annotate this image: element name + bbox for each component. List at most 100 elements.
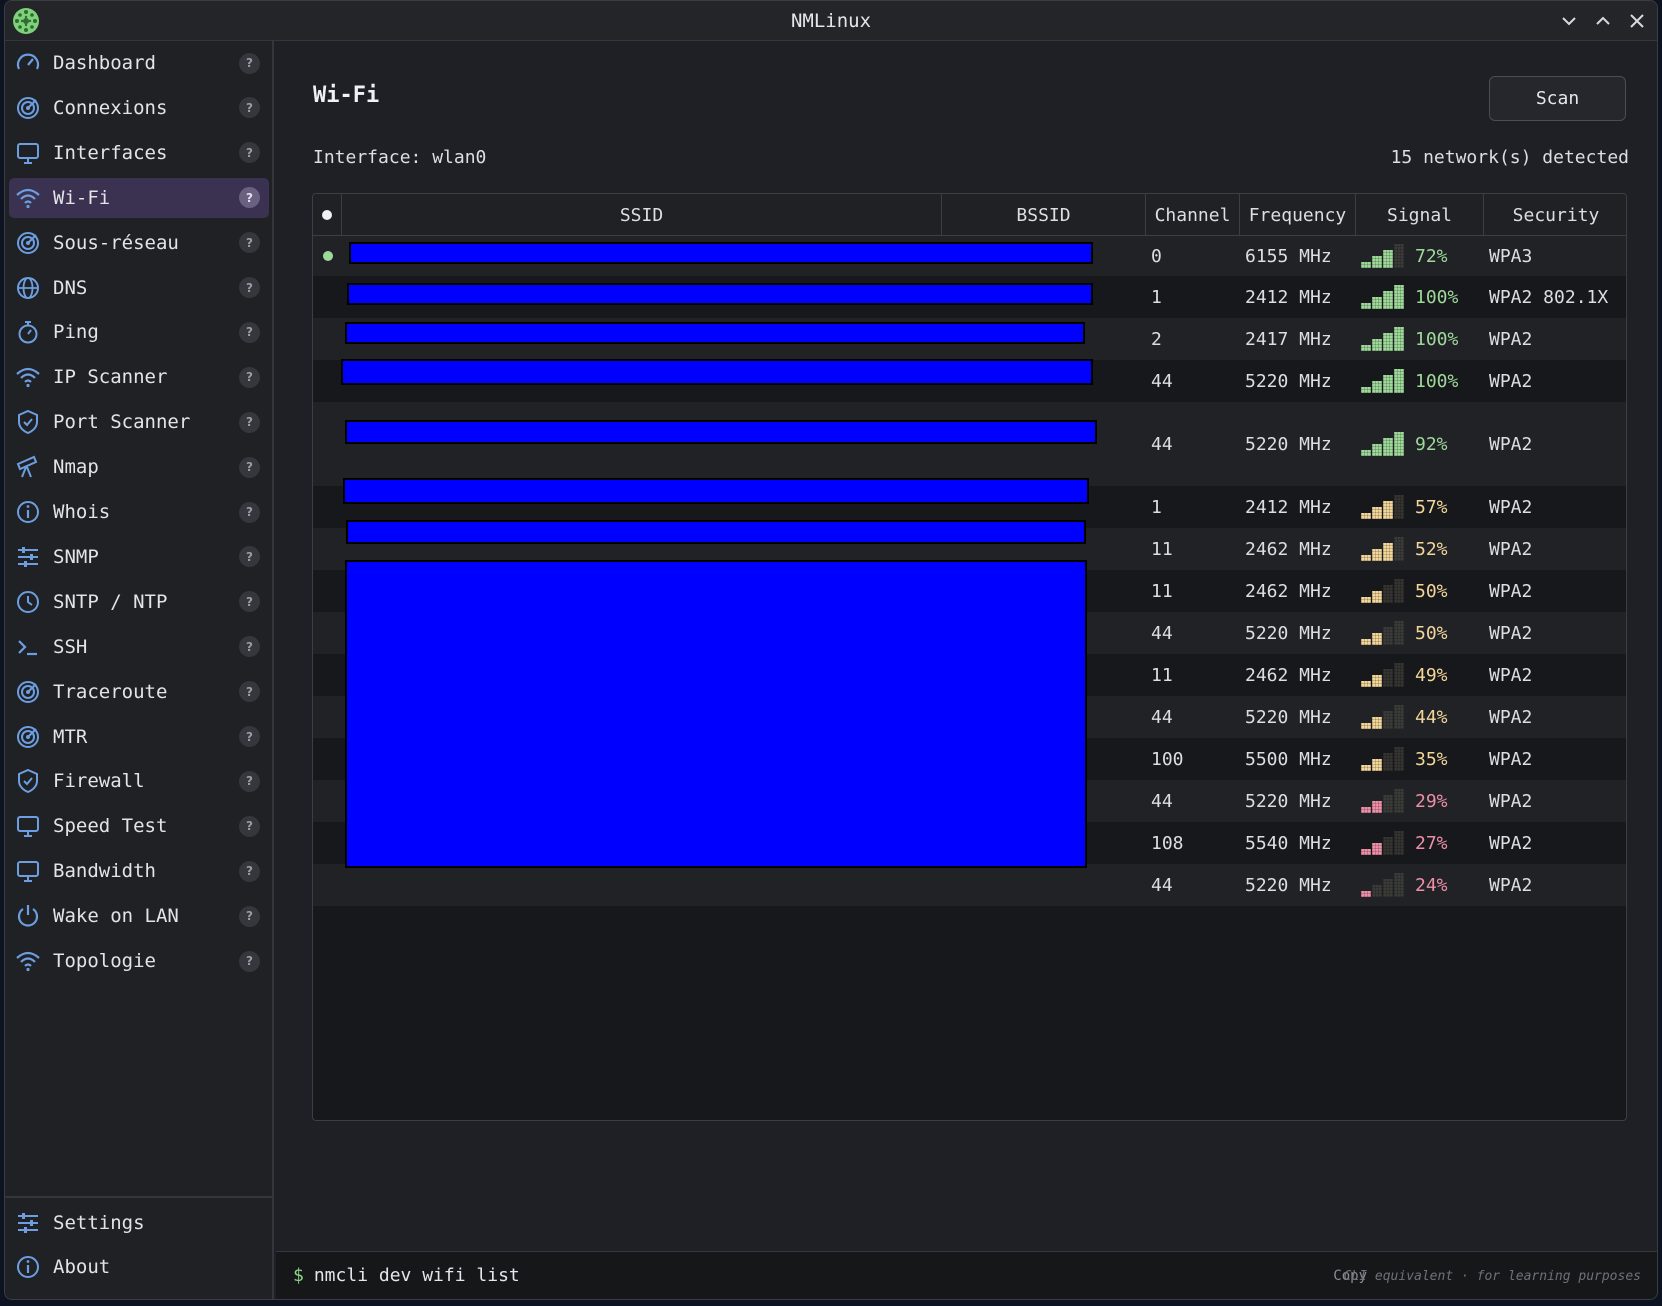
clock-icon: [17, 590, 39, 613]
sidebar-item-label: Settings: [53, 1212, 145, 1234]
table-row[interactable]: 44 5220 MHz 24% WPA2: [313, 864, 1626, 906]
maximize-button[interactable]: [1589, 7, 1617, 35]
signal-bar: [1383, 711, 1393, 729]
sidebar-item-wake-on-lan[interactable]: Wake on LAN ?: [9, 896, 269, 936]
sidebar-item-sntp-ntp[interactable]: SNTP / NTP ?: [9, 582, 269, 622]
sidebar-item-whois[interactable]: Whois ?: [9, 492, 269, 532]
sidebar-item-snmp[interactable]: SNMP ?: [9, 537, 269, 577]
help-badge[interactable]: ?: [239, 501, 260, 523]
status-dot-icon: [322, 210, 332, 220]
sidebar-item-wi-fi[interactable]: Wi-Fi ?: [9, 177, 269, 218]
minimize-button[interactable]: [1555, 7, 1583, 35]
channel-cell: 11: [1151, 538, 1173, 560]
security-column-header[interactable]: Security: [1483, 194, 1626, 236]
sidebar-item-topologie[interactable]: Topologie ?: [9, 941, 269, 981]
signal-bar: [1372, 759, 1382, 771]
help-badge[interactable]: ?: [239, 546, 260, 568]
signal-bar: [1361, 723, 1371, 729]
sidebar-item-ping[interactable]: Ping ?: [9, 312, 269, 352]
help-badge[interactable]: ?: [239, 411, 260, 433]
help-badge[interactable]: ?: [239, 681, 260, 703]
help-badge[interactable]: ?: [239, 366, 260, 388]
frequency-column-header[interactable]: Frequency: [1239, 194, 1355, 236]
help-badge[interactable]: ?: [239, 815, 260, 837]
help-badge[interactable]: ?: [239, 321, 260, 343]
sidebar-item-sous-r-seau[interactable]: Sous-réseau ?: [9, 223, 269, 263]
sidebar-item-interfaces[interactable]: Interfaces ?: [9, 133, 269, 173]
frequency-cell: 2412 MHz: [1245, 496, 1332, 518]
sidebar-item-about[interactable]: About: [9, 1247, 269, 1287]
sidebar-item-traceroute[interactable]: Traceroute ?: [9, 672, 269, 712]
help-badge[interactable]: ?: [239, 187, 260, 209]
signal-percent: 57%: [1415, 496, 1448, 518]
signal-bar: [1361, 807, 1371, 813]
signal-bar: [1372, 675, 1382, 687]
channel-column-header[interactable]: Channel: [1145, 194, 1239, 236]
help-badge[interactable]: ?: [239, 905, 260, 927]
shield-icon: [18, 410, 38, 435]
security-cell: WPA2: [1489, 874, 1533, 896]
help-badge[interactable]: ?: [239, 770, 260, 792]
sidebar-item-bandwidth[interactable]: Bandwidth ?: [9, 851, 269, 891]
signal-percent: 100%: [1415, 370, 1459, 392]
help-badge[interactable]: ?: [239, 636, 260, 658]
info-icon: [17, 501, 39, 523]
sidebar-item-ssh[interactable]: SSH ?: [9, 627, 269, 667]
sidebar-item-settings[interactable]: Settings: [9, 1203, 269, 1243]
frequency-cell: 5220 MHz: [1245, 370, 1332, 392]
help-badge[interactable]: ?: [239, 52, 260, 74]
scan-button[interactable]: Scan: [1489, 76, 1626, 121]
help-badge[interactable]: ?: [239, 456, 260, 478]
frequency-cell: 5220 MHz: [1245, 706, 1332, 728]
close-button[interactable]: [1623, 7, 1651, 35]
security-cell: WPA2: [1489, 664, 1533, 686]
sliders-icon: [18, 546, 38, 567]
status-column-header[interactable]: [313, 194, 341, 236]
signal-bar: [1372, 256, 1382, 268]
signal-bar: [1383, 879, 1393, 897]
channel-cell: 44: [1151, 790, 1173, 812]
chevron-down-icon: [1562, 17, 1576, 26]
radar-icon: [17, 725, 39, 748]
bssid-column-header[interactable]: BSSID: [941, 194, 1145, 236]
table-row[interactable]: 44 5220 MHz 92% WPA2: [313, 402, 1626, 486]
signal-percent: 92%: [1415, 433, 1448, 455]
help-badge[interactable]: ?: [239, 97, 260, 119]
frequency-cell: 5500 MHz: [1245, 748, 1332, 770]
chevron-up-icon: [1596, 16, 1610, 25]
help-badge[interactable]: ?: [239, 860, 260, 882]
signal-bars: [1361, 276, 1411, 318]
sidebar-item-connexions[interactable]: Connexions ?: [9, 88, 269, 128]
signal-column-header[interactable]: Signal: [1355, 194, 1483, 236]
help-badge[interactable]: ?: [239, 726, 260, 747]
signal-bar: [1394, 369, 1404, 393]
sidebar-item-mtr[interactable]: MTR ?: [9, 717, 269, 757]
sidebar-item-dashboard[interactable]: Dashboard ?: [9, 43, 269, 83]
redacted-block: [346, 520, 1086, 544]
sidebar-item-nmap[interactable]: Nmap ?: [9, 447, 269, 487]
security-cell: WPA2: [1489, 538, 1533, 560]
signal-bar: [1372, 801, 1382, 813]
security-cell: WPA2: [1489, 790, 1533, 812]
sidebar-item-dns[interactable]: DNS ?: [9, 268, 269, 308]
help-badge[interactable]: ?: [239, 232, 260, 254]
sidebar-item-port-scanner[interactable]: Port Scanner ?: [9, 402, 269, 442]
signal-bars: [1361, 402, 1411, 486]
sidebar-item-speed-test[interactable]: Speed Test ?: [9, 806, 269, 846]
close-icon: [1630, 14, 1644, 28]
security-cell: WPA3: [1489, 245, 1533, 267]
help-badge[interactable]: ?: [239, 591, 260, 613]
frequency-cell: 2462 MHz: [1245, 538, 1332, 560]
monitor-icon: [17, 861, 39, 883]
ssid-column-header[interactable]: SSID: [341, 194, 941, 236]
sidebar-item-firewall[interactable]: Firewall ?: [9, 761, 269, 801]
help-badge[interactable]: ?: [239, 277, 260, 298]
help-badge[interactable]: ?: [239, 950, 260, 972]
gauge-icon: [16, 53, 40, 70]
signal-bar: [1372, 591, 1382, 603]
signal-bar: [1361, 891, 1371, 897]
help-badge[interactable]: ?: [239, 142, 260, 164]
sidebar-item-ip-scanner[interactable]: IP Scanner ?: [9, 357, 269, 397]
signal-bar: [1372, 885, 1382, 897]
power-icon: [17, 905, 39, 927]
